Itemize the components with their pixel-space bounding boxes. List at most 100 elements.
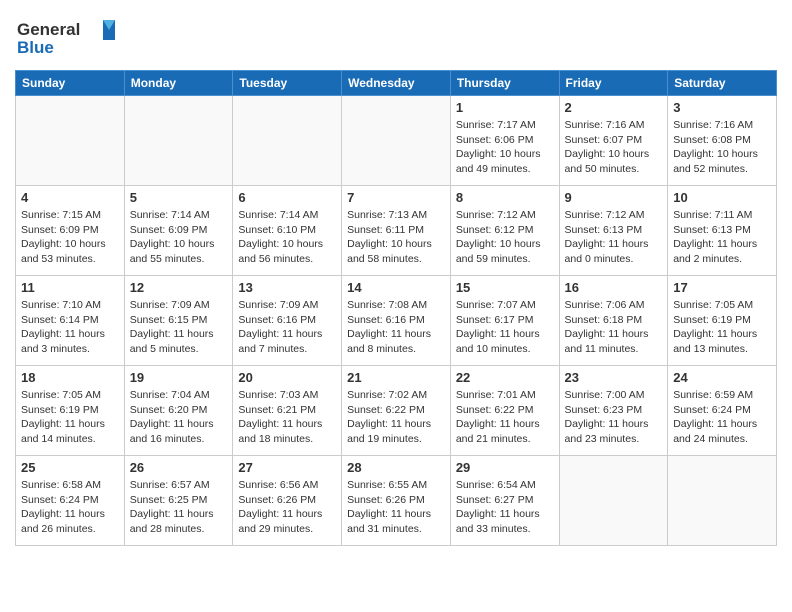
weekday-header-thursday: Thursday <box>450 71 559 96</box>
calendar-cell: 7 Sunrise: 7:13 AM Sunset: 6:11 PM Daylig… <box>342 186 451 276</box>
calendar-cell: 10Sunrise: 7:11 AM Sunset: 6:13 PM Dayli… <box>668 186 777 276</box>
calendar-cell: 21 Sunrise: 7:02 AM Sunset: 6:22 PM Dayli… <box>342 366 451 456</box>
day-info: Sunrise: 7:09 AM Sunset: 6:15 PM Dayligh… <box>130 298 228 357</box>
week-row-4: 25 Sunrise: 6:58 AM Sunset: 6:24 PM Dayli… <box>16 456 777 546</box>
weekday-header-saturday: Saturday <box>668 71 777 96</box>
day-number: 9 <box>565 190 663 205</box>
day-info: Sunrise: 6:55 AM Sunset: 6:26 PM Dayligh… <box>347 478 445 537</box>
week-row-1: 4Sunrise: 7:15 AM Sunset: 6:09 PM Daylig… <box>16 186 777 276</box>
calendar-cell: 4Sunrise: 7:15 AM Sunset: 6:09 PM Daylig… <box>16 186 125 276</box>
calendar-cell: 29 Sunrise: 6:54 AM Sunset: 6:27 PM Dayli… <box>450 456 559 546</box>
logo: General Blue <box>15 15 125 65</box>
calendar-cell: 24 Sunrise: 6:59 AM Sunset: 6:24 PM Dayli… <box>668 366 777 456</box>
day-number: 2 <box>565 100 663 115</box>
day-number: 5 <box>130 190 228 205</box>
calendar-cell: 5 Sunrise: 7:14 AM Sunset: 6:09 PM Daylig… <box>124 186 233 276</box>
day-number: 20 <box>238 370 336 385</box>
day-number: 4 <box>21 190 119 205</box>
day-number: 11 <box>21 280 119 295</box>
day-info: Sunrise: 7:16 AM Sunset: 6:08 PM Dayligh… <box>673 118 771 177</box>
day-info: Sunrise: 7:05 AM Sunset: 6:19 PM Dayligh… <box>673 298 771 357</box>
day-info: Sunrise: 7:08 AM Sunset: 6:16 PM Dayligh… <box>347 298 445 357</box>
day-info: Sunrise: 7:16 AM Sunset: 6:07 PM Dayligh… <box>565 118 663 177</box>
calendar-cell: 8 Sunrise: 7:12 AM Sunset: 6:12 PM Daylig… <box>450 186 559 276</box>
day-info: Sunrise: 7:09 AM Sunset: 6:16 PM Dayligh… <box>238 298 336 357</box>
week-row-3: 18Sunrise: 7:05 AM Sunset: 6:19 PM Dayli… <box>16 366 777 456</box>
calendar: SundayMondayTuesdayWednesdayThursdayFrid… <box>15 70 777 546</box>
calendar-body: 1Sunrise: 7:17 AM Sunset: 6:06 PM Daylig… <box>16 96 777 546</box>
day-info: Sunrise: 7:07 AM Sunset: 6:17 PM Dayligh… <box>456 298 554 357</box>
week-row-2: 11 Sunrise: 7:10 AM Sunset: 6:14 PM Dayli… <box>16 276 777 366</box>
day-number: 24 <box>673 370 771 385</box>
day-info: Sunrise: 7:01 AM Sunset: 6:22 PM Dayligh… <box>456 388 554 447</box>
day-number: 25 <box>21 460 119 475</box>
day-info: Sunrise: 7:14 AM Sunset: 6:09 PM Dayligh… <box>130 208 228 267</box>
calendar-cell: 22 Sunrise: 7:01 AM Sunset: 6:22 PM Dayli… <box>450 366 559 456</box>
day-number: 13 <box>238 280 336 295</box>
weekday-header-row: SundayMondayTuesdayWednesdayThursdayFrid… <box>16 71 777 96</box>
day-number: 27 <box>238 460 336 475</box>
calendar-cell: 23Sunrise: 7:00 AM Sunset: 6:23 PM Dayli… <box>559 366 668 456</box>
calendar-cell: 17 Sunrise: 7:05 AM Sunset: 6:19 PM Dayli… <box>668 276 777 366</box>
calendar-cell: 16Sunrise: 7:06 AM Sunset: 6:18 PM Dayli… <box>559 276 668 366</box>
calendar-cell: 2 Sunrise: 7:16 AM Sunset: 6:07 PM Daylig… <box>559 96 668 186</box>
day-info: Sunrise: 6:56 AM Sunset: 6:26 PM Dayligh… <box>238 478 336 537</box>
weekday-header-sunday: Sunday <box>16 71 125 96</box>
day-number: 8 <box>456 190 554 205</box>
day-number: 14 <box>347 280 445 295</box>
day-info: Sunrise: 6:58 AM Sunset: 6:24 PM Dayligh… <box>21 478 119 537</box>
day-number: 29 <box>456 460 554 475</box>
calendar-cell <box>559 456 668 546</box>
day-info: Sunrise: 6:54 AM Sunset: 6:27 PM Dayligh… <box>456 478 554 537</box>
calendar-cell: 18Sunrise: 7:05 AM Sunset: 6:19 PM Dayli… <box>16 366 125 456</box>
day-info: Sunrise: 7:10 AM Sunset: 6:14 PM Dayligh… <box>21 298 119 357</box>
day-info: Sunrise: 7:17 AM Sunset: 6:06 PM Dayligh… <box>456 118 554 177</box>
weekday-header-monday: Monday <box>124 71 233 96</box>
day-info: Sunrise: 7:00 AM Sunset: 6:23 PM Dayligh… <box>565 388 663 447</box>
week-row-0: 1Sunrise: 7:17 AM Sunset: 6:06 PM Daylig… <box>16 96 777 186</box>
day-number: 28 <box>347 460 445 475</box>
calendar-cell: 27 Sunrise: 6:56 AM Sunset: 6:26 PM Dayli… <box>233 456 342 546</box>
header: General Blue <box>15 10 777 65</box>
day-number: 7 <box>347 190 445 205</box>
weekday-header-friday: Friday <box>559 71 668 96</box>
calendar-cell: 26Sunrise: 6:57 AM Sunset: 6:25 PM Dayli… <box>124 456 233 546</box>
day-info: Sunrise: 7:02 AM Sunset: 6:22 PM Dayligh… <box>347 388 445 447</box>
day-number: 17 <box>673 280 771 295</box>
day-info: Sunrise: 7:14 AM Sunset: 6:10 PM Dayligh… <box>238 208 336 267</box>
calendar-cell <box>124 96 233 186</box>
day-info: Sunrise: 7:05 AM Sunset: 6:19 PM Dayligh… <box>21 388 119 447</box>
weekday-header-wednesday: Wednesday <box>342 71 451 96</box>
day-number: 19 <box>130 370 228 385</box>
day-info: Sunrise: 7:12 AM Sunset: 6:12 PM Dayligh… <box>456 208 554 267</box>
calendar-cell <box>16 96 125 186</box>
calendar-header: SundayMondayTuesdayWednesdayThursdayFrid… <box>16 71 777 96</box>
calendar-cell: 19Sunrise: 7:04 AM Sunset: 6:20 PM Dayli… <box>124 366 233 456</box>
calendar-cell: 11 Sunrise: 7:10 AM Sunset: 6:14 PM Dayli… <box>16 276 125 366</box>
day-number: 22 <box>456 370 554 385</box>
svg-text:General: General <box>17 20 80 39</box>
day-info: Sunrise: 7:13 AM Sunset: 6:11 PM Dayligh… <box>347 208 445 267</box>
day-info: Sunrise: 6:59 AM Sunset: 6:24 PM Dayligh… <box>673 388 771 447</box>
logo-text: General Blue <box>15 15 125 65</box>
calendar-cell <box>233 96 342 186</box>
calendar-cell: 25 Sunrise: 6:58 AM Sunset: 6:24 PM Dayli… <box>16 456 125 546</box>
calendar-cell: 28 Sunrise: 6:55 AM Sunset: 6:26 PM Dayli… <box>342 456 451 546</box>
day-number: 21 <box>347 370 445 385</box>
calendar-cell: 12Sunrise: 7:09 AM Sunset: 6:15 PM Dayli… <box>124 276 233 366</box>
day-info: Sunrise: 7:11 AM Sunset: 6:13 PM Dayligh… <box>673 208 771 267</box>
day-info: Sunrise: 7:12 AM Sunset: 6:13 PM Dayligh… <box>565 208 663 267</box>
calendar-cell <box>342 96 451 186</box>
day-info: Sunrise: 7:06 AM Sunset: 6:18 PM Dayligh… <box>565 298 663 357</box>
calendar-cell: 15 Sunrise: 7:07 AM Sunset: 6:17 PM Dayli… <box>450 276 559 366</box>
day-number: 3 <box>673 100 771 115</box>
day-number: 15 <box>456 280 554 295</box>
calendar-cell: 14 Sunrise: 7:08 AM Sunset: 6:16 PM Dayli… <box>342 276 451 366</box>
day-info: Sunrise: 7:03 AM Sunset: 6:21 PM Dayligh… <box>238 388 336 447</box>
calendar-cell: 1Sunrise: 7:17 AM Sunset: 6:06 PM Daylig… <box>450 96 559 186</box>
day-number: 6 <box>238 190 336 205</box>
page-container: General Blue SundayMondayTuesdayWednesda… <box>0 0 792 556</box>
day-info: Sunrise: 6:57 AM Sunset: 6:25 PM Dayligh… <box>130 478 228 537</box>
calendar-cell: 9 Sunrise: 7:12 AM Sunset: 6:13 PM Daylig… <box>559 186 668 276</box>
svg-text:Blue: Blue <box>17 38 54 57</box>
